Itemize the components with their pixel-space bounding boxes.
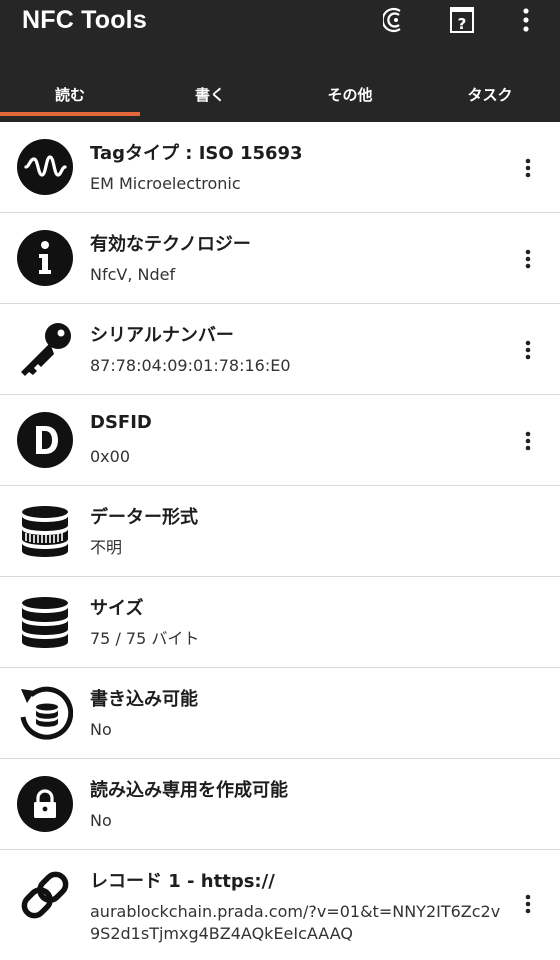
item-menu-button[interactable] [518, 154, 538, 182]
item-title: DSFID [90, 412, 152, 433]
help-button[interactable]: ? [444, 4, 480, 36]
tab-bar: 読む 書く その他 タスク [0, 66, 560, 122]
database-format-icon [22, 506, 68, 557]
more-vert-icon [525, 894, 531, 914]
item-value: NfcV, Ndef [90, 265, 176, 284]
item-value: EM Microelectronic [90, 174, 241, 193]
app-bar: NFC Tools ? 読む 書く その他 タスク [0, 0, 560, 122]
item-menu-button[interactable] [518, 336, 538, 364]
item-value: No [90, 720, 112, 739]
item-value: 75 / 75 バイト [90, 629, 200, 648]
item-value: No [90, 811, 112, 830]
list-item-serial-number: シリアルナンバー 87:78:04:09:01:78:16:E0 [0, 304, 560, 395]
more-vert-icon [523, 8, 529, 32]
list-item-dsfid: DSFID 0x00 [0, 395, 560, 486]
item-value: 87:78:04:09:01:78:16:E0 [90, 356, 291, 375]
database-icon [22, 597, 68, 648]
item-title: サイズ [90, 598, 144, 619]
list-item-record-1: レコード 1 - https:// aurablockchain.prada.c… [0, 850, 560, 958]
app-title: NFC Tools [22, 6, 147, 34]
info-icon [17, 230, 73, 286]
waveform-icon [17, 139, 73, 195]
nfc-scan-icon [383, 7, 401, 33]
item-value: aurablockchain.prada.com/?v=01&t=NNY2IT6… [90, 902, 501, 943]
more-vert-icon [525, 340, 531, 360]
lock-icon [17, 776, 73, 832]
list-item-tag-type: Tagタイプ : ISO 15693 EM Microelectronic [0, 122, 560, 213]
d-letter-icon [17, 412, 73, 468]
item-title: 書き込み可能 [90, 689, 198, 710]
tab-read[interactable]: 読む [0, 66, 140, 122]
item-value: 0x00 [90, 447, 131, 466]
link-icon [21, 871, 69, 919]
overflow-menu-button[interactable] [508, 4, 544, 36]
list-item-writable: 書き込み可能 No [0, 668, 560, 759]
item-title: シリアルナンバー [90, 325, 234, 346]
list-item-technologies: 有効なテクノロジー NfcV, Ndef [0, 213, 560, 304]
item-menu-button[interactable] [518, 427, 538, 455]
rewrite-icon [20, 686, 73, 740]
list-item-size: サイズ 75 / 75 バイト [0, 577, 560, 668]
item-title: データー形式 [90, 507, 198, 528]
more-vert-icon [525, 431, 531, 451]
tab-other[interactable]: その他 [280, 66, 420, 122]
item-value: 不明 [90, 538, 123, 557]
tab-write[interactable]: 書く [140, 66, 280, 122]
item-title: Tagタイプ : ISO 15693 [90, 143, 303, 164]
item-title: 読み込み専用を作成可能 [90, 780, 288, 801]
key-icon [21, 323, 71, 376]
item-title: レコード 1 - https:// [90, 871, 275, 892]
nfc-scan-button[interactable] [378, 4, 414, 36]
more-vert-icon [525, 158, 531, 178]
tab-tasks[interactable]: タスク [420, 66, 560, 122]
more-vert-icon [525, 249, 531, 269]
help-icon: ? [450, 7, 474, 33]
item-title: 有効なテクノロジー [90, 234, 251, 255]
list-item-data-format: データー形式 不明 [0, 486, 560, 577]
list-item-make-read-only: 読み込み専用を作成可能 No [0, 759, 560, 850]
svg-text:?: ? [458, 15, 467, 33]
item-menu-button[interactable] [518, 245, 538, 273]
tag-info-list: Tagタイプ : ISO 15693 EM Microelectronic 有効… [0, 122, 560, 958]
item-menu-button[interactable] [518, 890, 538, 918]
